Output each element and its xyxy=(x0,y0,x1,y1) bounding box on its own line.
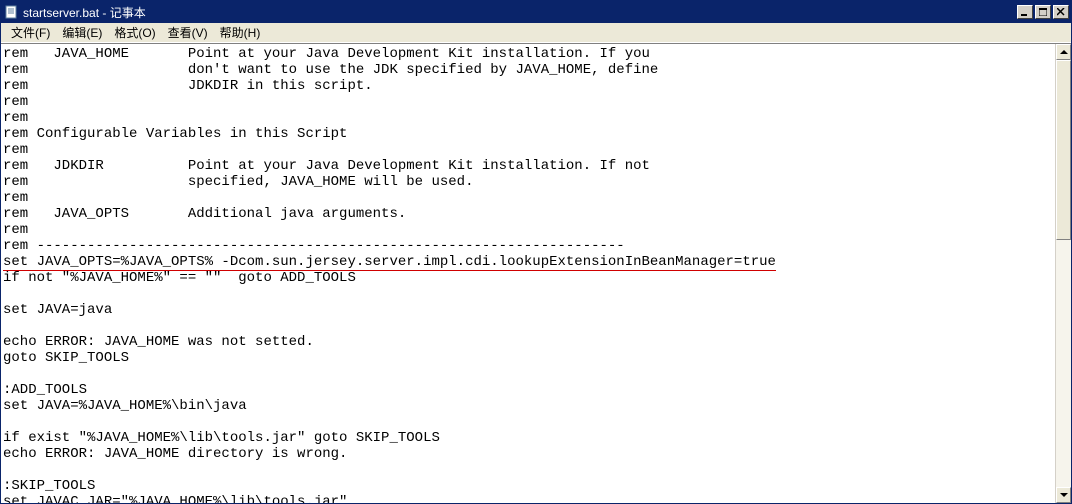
text-line: rem JAVA_HOME Point at your Java Develop… xyxy=(3,46,650,62)
text-area[interactable]: rem JAVA_HOME Point at your Java Develop… xyxy=(1,44,1055,503)
maximize-button[interactable] xyxy=(1035,5,1051,19)
text-line: rem xyxy=(3,110,28,126)
scroll-thumb[interactable] xyxy=(1056,60,1071,240)
menu-view[interactable]: 查看(V) xyxy=(162,22,214,43)
minimize-button[interactable] xyxy=(1017,5,1033,19)
text-line: rem xyxy=(3,222,28,238)
content-wrapper: rem JAVA_HOME Point at your Java Develop… xyxy=(1,43,1071,503)
notepad-window: startserver.bat - 记事本 文件(F) 编辑(E) 格式(O) … xyxy=(0,0,1072,504)
chevron-up-icon xyxy=(1060,50,1068,54)
menubar: 文件(F) 编辑(E) 格式(O) 查看(V) 帮助(H) xyxy=(1,23,1071,43)
window-controls xyxy=(1015,5,1069,19)
text-line: set JAVAC_JAR="%JAVA_HOME%\lib\tools.jar… xyxy=(3,494,347,503)
text-line: rem specified, JAVA_HOME will be used. xyxy=(3,174,473,190)
menu-file[interactable]: 文件(F) xyxy=(5,22,56,43)
text-line: :SKIP_TOOLS xyxy=(3,478,95,494)
text-line: goto SKIP_TOOLS xyxy=(3,350,129,366)
notepad-icon xyxy=(3,4,19,20)
text-line: rem JAVA_OPTS Additional java arguments. xyxy=(3,206,406,222)
text-line: echo ERROR: JAVA_HOME directory is wrong… xyxy=(3,446,347,462)
text-line: rem xyxy=(3,94,28,110)
close-button[interactable] xyxy=(1053,5,1069,19)
text-line: set JAVA=%JAVA_HOME%\bin\java xyxy=(3,398,247,414)
text-line: rem Configurable Variables in this Scrip… xyxy=(3,126,347,142)
scroll-track[interactable] xyxy=(1056,60,1071,487)
titlebar: startserver.bat - 记事本 xyxy=(1,1,1071,23)
menu-edit[interactable]: 编辑(E) xyxy=(56,22,108,43)
highlighted-line: set JAVA_OPTS=%JAVA_OPTS% -Dcom.sun.jers… xyxy=(3,254,776,271)
vertical-scrollbar xyxy=(1055,44,1071,503)
scroll-up-button[interactable] xyxy=(1056,44,1071,60)
text-line: rem ------------------------------------… xyxy=(3,238,625,254)
text-line: rem don't want to use the JDK specified … xyxy=(3,62,658,78)
menu-help[interactable]: 帮助(H) xyxy=(214,22,267,43)
text-line: rem JDKDIR Point at your Java Developmen… xyxy=(3,158,650,174)
text-line: rem JDKDIR in this script. xyxy=(3,78,373,94)
text-line: rem xyxy=(3,190,28,206)
menu-format[interactable]: 格式(O) xyxy=(108,22,161,43)
text-line: :ADD_TOOLS xyxy=(3,382,87,398)
text-line: echo ERROR: JAVA_HOME was not setted. xyxy=(3,334,314,350)
text-line: if not "%JAVA_HOME%" == "" goto ADD_TOOL… xyxy=(3,270,356,286)
text-line: rem xyxy=(3,142,28,158)
chevron-down-icon xyxy=(1060,493,1068,497)
window-title: startserver.bat - 记事本 xyxy=(23,4,1015,21)
text-line: if exist "%JAVA_HOME%\lib\tools.jar" got… xyxy=(3,430,440,446)
text-line: set JAVA=java xyxy=(3,302,112,318)
scroll-down-button[interactable] xyxy=(1056,487,1071,503)
